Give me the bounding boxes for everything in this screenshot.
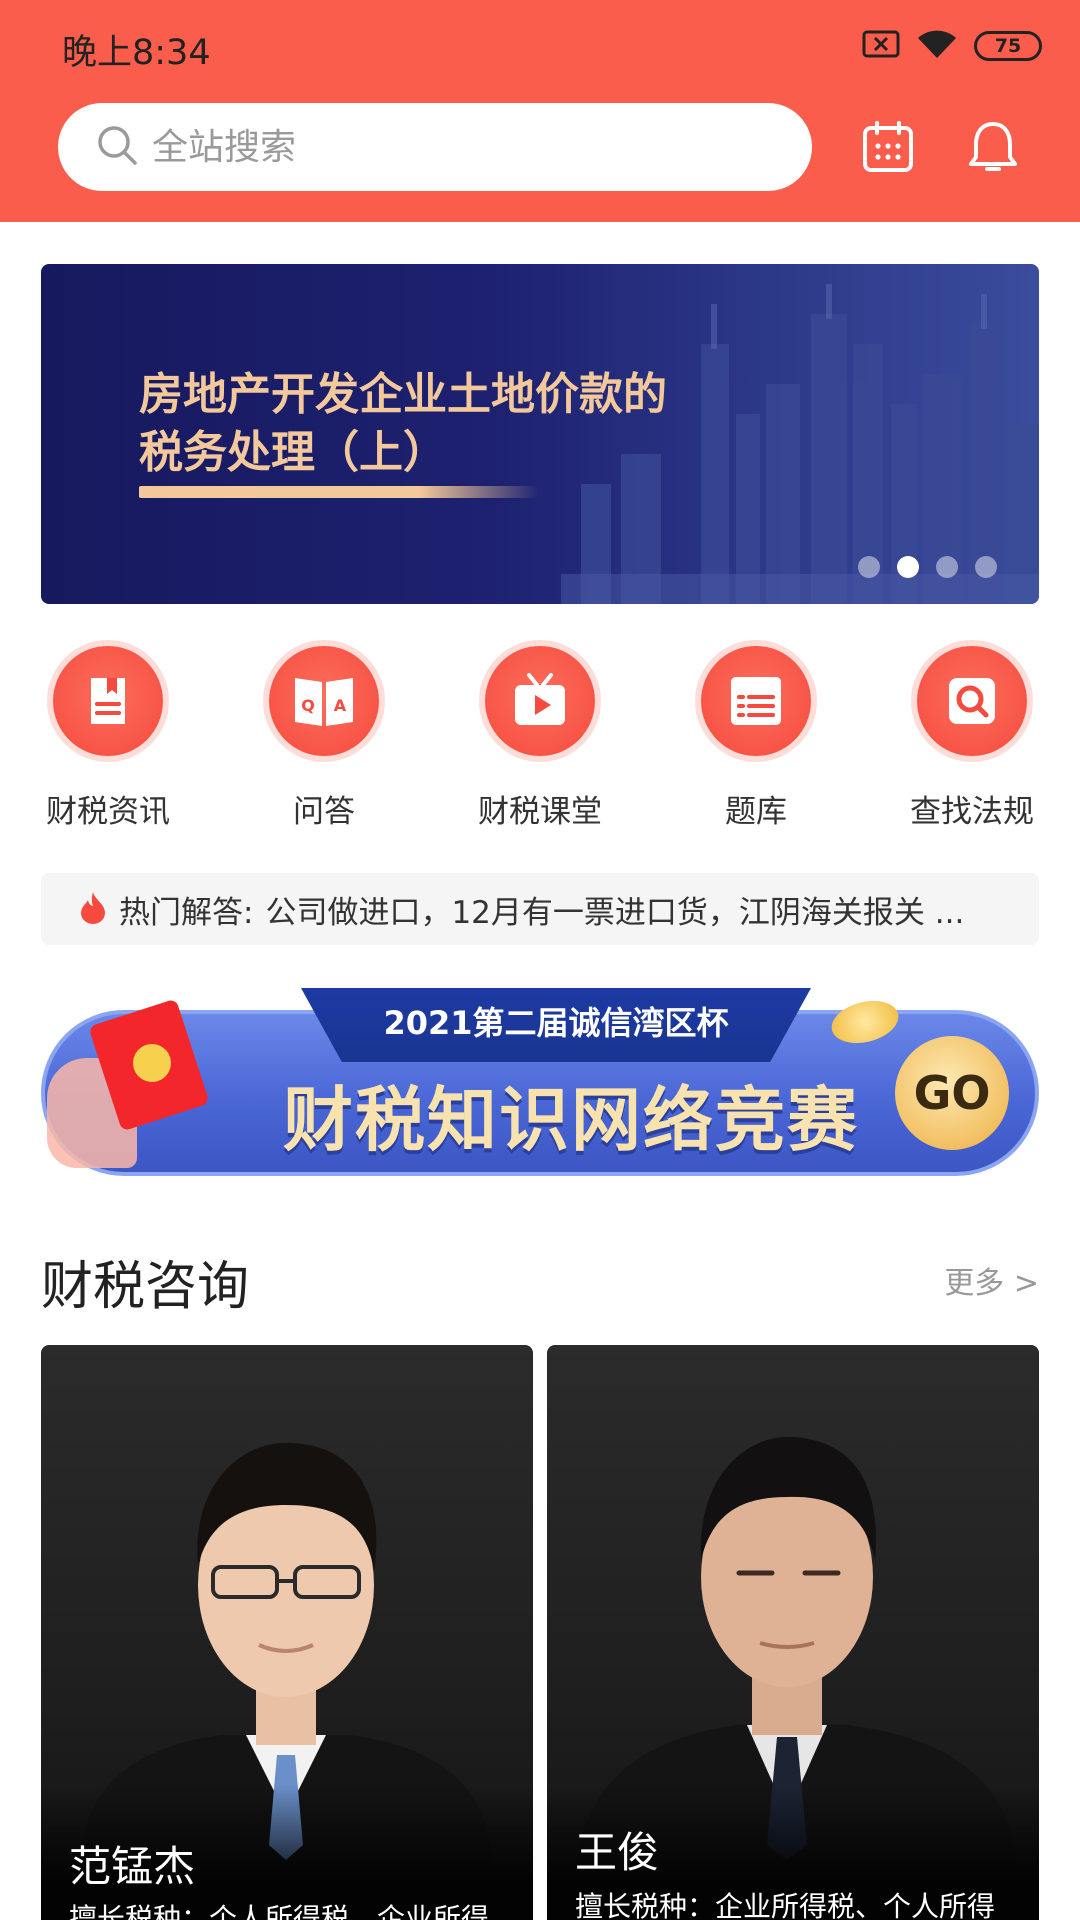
expert-card[interactable]: 王俊 擅长税种：企业所得税、个人所得	[547, 1345, 1039, 1920]
carousel-dot[interactable]	[975, 556, 997, 578]
nav-label: 财税课堂	[478, 794, 602, 830]
search-input-box[interactable]	[58, 103, 812, 191]
banner-underline	[139, 486, 539, 498]
carousel-indicators	[858, 556, 997, 578]
calendar-button[interactable]	[857, 116, 919, 178]
svg-text:A: A	[334, 696, 347, 715]
nav-item-question-bank[interactable]: 题库	[656, 640, 856, 831]
nav-circle	[701, 646, 811, 756]
hot-answer-ticker[interactable]: 热门解答: 公司做进口，12月有一票进口货，江阴海关报关 ...	[41, 873, 1039, 945]
nav-label: 问答	[293, 794, 355, 830]
promo-subtitle: 2021第二届诚信湾区杯	[383, 1004, 729, 1042]
status-icons: 75	[862, 28, 1042, 64]
carousel-dot-active[interactable]	[897, 556, 919, 578]
nav-item-tax-news[interactable]: 财税资讯	[8, 640, 208, 831]
flame-icon	[79, 890, 107, 928]
nav-label: 题库	[725, 794, 787, 830]
bell-icon	[969, 122, 1017, 171]
question-bank-icon	[731, 677, 781, 725]
nav-item-tax-class[interactable]: 财税课堂	[440, 640, 640, 831]
quick-nav-grid: 财税资讯 Q A 问答 财税课堂 题库 查找法规	[0, 640, 1080, 840]
search-input[interactable]	[152, 126, 712, 168]
banner-title: 房地产开发企业土地价款的 税务处理（上）	[139, 366, 759, 482]
nav-label: 财税资讯	[46, 794, 170, 830]
hot-answer-text[interactable]: 公司做进口，12月有一票进口货，江阴海关报关 ...	[265, 887, 1035, 932]
contest-promo-banner[interactable]: 2021第二届诚信湾区杯 财税知识网络竞赛 GO	[41, 988, 1039, 1178]
expert-specialty: 擅长税种：个人所得税、企业所得	[69, 1902, 490, 1920]
wifi-icon	[916, 28, 958, 64]
banner-title-line1: 房地产开发企业土地价款的	[139, 369, 667, 420]
carousel-dot[interactable]	[936, 556, 958, 578]
expert-name: 王俊	[575, 1828, 660, 1877]
sim-icon	[862, 29, 900, 63]
expert-name: 范锰杰	[69, 1842, 196, 1891]
nav-circle	[53, 646, 163, 756]
more-link[interactable]: 更多 >	[944, 1258, 1039, 1302]
nav-item-qa[interactable]: Q A 问答	[224, 640, 424, 831]
search-law-icon	[949, 678, 995, 724]
search-icon	[96, 124, 138, 170]
hot-answer-label: 热门解答:	[119, 894, 254, 931]
promo-go-button[interactable]: GO	[895, 1036, 1009, 1150]
nav-circle	[485, 646, 595, 756]
nav-item-search-law[interactable]: 查找法规	[872, 640, 1072, 831]
svg-text:Q: Q	[301, 696, 315, 715]
nav-circle	[917, 646, 1027, 756]
expert-card[interactable]: 范锰杰 擅长税种：个人所得税、企业所得	[41, 1345, 533, 1920]
battery-icon: 75	[974, 31, 1042, 61]
app-header: 晚上8:34 75	[0, 0, 1080, 222]
banner-carousel[interactable]: 房地产开发企业土地价款的 税务处理（上）	[41, 264, 1039, 604]
notification-button[interactable]	[962, 116, 1024, 178]
calendar-icon	[863, 121, 913, 172]
promo-title: 财税知识网络竞赛	[283, 1079, 859, 1161]
status-time: 晚上8:34	[62, 33, 211, 73]
section-title-consult: 财税咨询	[41, 1257, 250, 1317]
carousel-dot[interactable]	[858, 556, 880, 578]
expert-specialty: 擅长税种：企业所得税、个人所得	[575, 1890, 996, 1920]
nav-label: 查找法规	[910, 794, 1034, 830]
qa-book-icon: Q A	[295, 678, 353, 726]
video-class-icon	[515, 673, 565, 725]
banner-title-line2: 税务处理（上）	[139, 427, 447, 478]
news-icon	[91, 678, 125, 724]
nav-circle: Q A	[269, 646, 379, 756]
